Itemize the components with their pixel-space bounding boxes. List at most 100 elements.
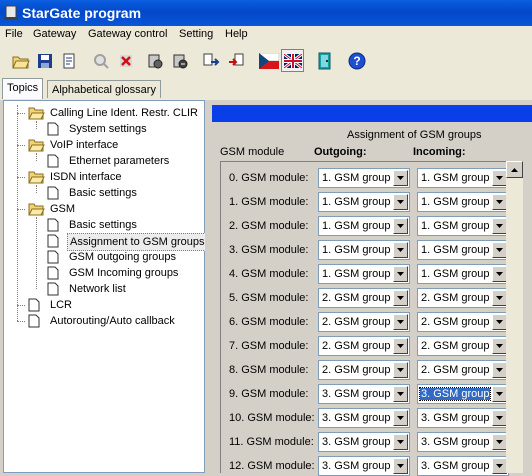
tab-alphabetical-glossary[interactable]: Alphabetical glossary: [47, 80, 161, 98]
dropdown-button[interactable]: [492, 314, 507, 330]
outgoing-group-select[interactable]: 3. GSM group: [318, 408, 410, 428]
dropdown-button[interactable]: [492, 386, 507, 402]
dropdown-button[interactable]: [492, 410, 507, 426]
gateway-connect-button[interactable]: [168, 49, 191, 72]
help-button[interactable]: ?: [345, 49, 368, 72]
incoming-group-select[interactable]: 3. GSM group: [417, 408, 509, 428]
menu-file[interactable]: File: [5, 28, 23, 40]
outgoing-group-select[interactable]: 1. GSM group: [318, 240, 410, 260]
chevron-down-icon: [397, 440, 404, 444]
dropdown-button[interactable]: [393, 386, 408, 402]
dropdown-button[interactable]: [393, 218, 408, 234]
incoming-group-select[interactable]: 2. GSM group: [417, 336, 509, 356]
select-value: 1. GSM group: [322, 172, 391, 184]
chevron-down-icon: [496, 416, 503, 420]
dropdown-button[interactable]: [492, 194, 507, 210]
topics-tree: Calling Line Ident. Restr. CLIR System s…: [3, 100, 208, 473]
incoming-group-select[interactable]: 1. GSM group: [417, 192, 509, 212]
menu-bar: File Gateway Gateway control Setting Hel…: [0, 26, 532, 44]
save-button[interactable]: [33, 49, 56, 72]
open-button[interactable]: [9, 49, 32, 72]
incoming-group-select[interactable]: 3. GSM group: [417, 456, 509, 476]
dropdown-button[interactable]: [393, 338, 408, 354]
chevron-down-icon: [496, 344, 503, 348]
menu-gateway[interactable]: Gateway: [33, 28, 76, 40]
dropdown-button[interactable]: [393, 314, 408, 330]
dropdown-button[interactable]: [492, 170, 507, 186]
exit-button[interactable]: [313, 49, 336, 72]
select-value: 2. GSM group: [421, 364, 490, 376]
gsm-module-label: 1. GSM module:: [229, 196, 309, 208]
chevron-down-icon: [496, 320, 503, 324]
select-value: 3. GSM group: [322, 388, 391, 400]
gateway-connect-icon: [173, 54, 187, 68]
copy-button[interactable]: [57, 49, 80, 72]
title-bar: StarGate program: [0, 0, 532, 26]
export-button[interactable]: [199, 49, 222, 72]
czech-language-button[interactable]: [257, 49, 280, 72]
dropdown-button[interactable]: [492, 266, 507, 282]
outgoing-group-select[interactable]: 1. GSM group: [318, 168, 410, 188]
dropdown-button[interactable]: [393, 434, 408, 450]
incoming-group-select[interactable]: 1. GSM group: [417, 264, 509, 284]
vertical-scrollbar[interactable]: [506, 161, 523, 473]
chevron-down-icon: [496, 248, 503, 252]
outgoing-group-select[interactable]: 3. GSM group: [318, 432, 410, 452]
dropdown-button[interactable]: [492, 434, 507, 450]
chevron-down-icon: [496, 440, 503, 444]
gsm-module-label: 10. GSM module:: [229, 412, 315, 424]
select-value: 3. GSM group: [421, 412, 490, 424]
gsm-module-label: 4. GSM module:: [229, 268, 309, 280]
chevron-down-icon: [397, 296, 404, 300]
dropdown-button[interactable]: [393, 410, 408, 426]
dropdown-button[interactable]: [492, 458, 507, 474]
english-language-button[interactable]: [281, 49, 304, 72]
outgoing-group-select[interactable]: 2. GSM group: [318, 336, 410, 356]
dropdown-button[interactable]: [492, 218, 507, 234]
dropdown-button[interactable]: [393, 458, 408, 474]
chevron-down-icon: [496, 464, 503, 468]
dropdown-button[interactable]: [393, 290, 408, 306]
dropdown-button[interactable]: [393, 242, 408, 258]
tab-topics[interactable]: Topics: [2, 78, 44, 99]
gsm-module-label: 2. GSM module:: [229, 220, 309, 232]
document-icon: [47, 154, 59, 168]
chevron-down-icon: [397, 392, 404, 396]
find-button[interactable]: [89, 49, 112, 72]
scroll-up-button[interactable]: [506, 161, 523, 178]
chevron-down-icon: [397, 176, 404, 180]
outgoing-group-select[interactable]: 2. GSM group: [318, 360, 410, 380]
menu-setting[interactable]: Setting: [179, 28, 213, 40]
outgoing-group-select[interactable]: 3. GSM group: [318, 456, 410, 476]
delete-button[interactable]: [114, 49, 137, 72]
menu-help[interactable]: Help: [225, 28, 248, 40]
incoming-group-select[interactable]: 2. GSM group: [417, 288, 509, 308]
outgoing-group-select[interactable]: 3. GSM group: [318, 384, 410, 404]
outgoing-group-select[interactable]: 1. GSM group: [318, 264, 410, 284]
incoming-group-select[interactable]: 1. GSM group: [417, 168, 509, 188]
export-icon: [203, 53, 219, 66]
incoming-group-select[interactable]: 1. GSM group: [417, 240, 509, 260]
import-button[interactable]: [224, 49, 247, 72]
gateway-button[interactable]: [143, 49, 166, 72]
select-value: 1. GSM group: [322, 220, 391, 232]
dropdown-button[interactable]: [393, 362, 408, 378]
chevron-down-icon: [496, 296, 503, 300]
incoming-group-select[interactable]: 2. GSM group: [417, 312, 509, 332]
incoming-group-select[interactable]: 2. GSM group: [417, 360, 509, 380]
outgoing-group-select[interactable]: 2. GSM group: [318, 312, 410, 332]
incoming-group-select[interactable]: 1. GSM group: [417, 216, 509, 236]
dropdown-button[interactable]: [393, 266, 408, 282]
dropdown-button[interactable]: [393, 170, 408, 186]
outgoing-group-select[interactable]: 2. GSM group: [318, 288, 410, 308]
menu-gateway-control[interactable]: Gateway control: [88, 28, 167, 40]
dropdown-button[interactable]: [492, 242, 507, 258]
dropdown-button[interactable]: [492, 338, 507, 354]
dropdown-button[interactable]: [393, 194, 408, 210]
dropdown-button[interactable]: [492, 362, 507, 378]
incoming-group-select[interactable]: 3. GSM group: [417, 384, 509, 404]
dropdown-button[interactable]: [492, 290, 507, 306]
outgoing-group-select[interactable]: 1. GSM group: [318, 192, 410, 212]
outgoing-group-select[interactable]: 1. GSM group: [318, 216, 410, 236]
incoming-group-select[interactable]: 3. GSM group: [417, 432, 509, 452]
